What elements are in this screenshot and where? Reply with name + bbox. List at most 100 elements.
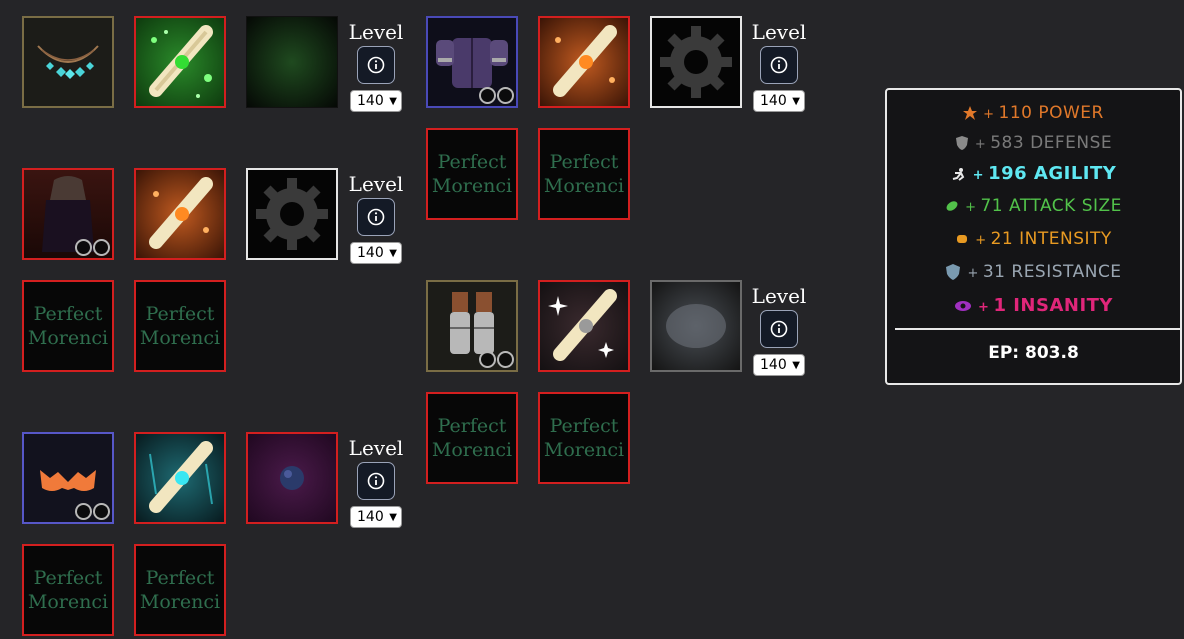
perfect-morenci-slot[interactable]: Perfect Morenci — [134, 544, 226, 636]
info-button[interactable] — [357, 46, 395, 84]
chevron-down-icon: ▼ — [792, 95, 800, 107]
perfect-morenci-slot[interactable]: Perfect Morenci — [538, 392, 630, 484]
perfect-label: Perfect — [549, 151, 619, 173]
stat-power: +110 POWER — [887, 103, 1180, 123]
scroll-icon — [149, 177, 213, 249]
level-select[interactable]: 140 ▼ — [753, 354, 805, 376]
chevron-down-icon: ▼ — [389, 95, 397, 107]
cloak-item-slot[interactable] — [22, 168, 114, 260]
info-icon — [770, 56, 788, 74]
stats-panel: +110 POWER +583 DEFENSE +196 AGILITY +71… — [885, 88, 1182, 385]
info-button[interactable] — [760, 46, 798, 84]
perfect-morenci-slot[interactable]: Perfect Morenci — [134, 280, 226, 372]
perfect-label: Perfect — [33, 567, 103, 589]
gem-slot[interactable] — [246, 16, 338, 108]
morenci-label: Morenci — [139, 591, 221, 613]
gem-slot[interactable] — [246, 432, 338, 524]
level-select-value: 140 — [357, 509, 384, 525]
level-label: Level — [348, 436, 404, 460]
scroll-item-slot[interactable] — [134, 16, 226, 108]
stat-insanity: +1 INSANITY — [887, 295, 1180, 316]
level-label: Level — [348, 172, 404, 196]
gem-slot[interactable] — [650, 280, 742, 372]
info-icon — [367, 56, 385, 74]
info-button[interactable] — [357, 198, 395, 236]
morenci-label: Morenci — [27, 327, 109, 349]
mask-item-slot[interactable] — [22, 432, 114, 524]
chevron-down-icon: ▼ — [389, 247, 397, 259]
perfect-morenci-slot[interactable]: Perfect Morenci — [426, 128, 518, 220]
perfect-label: Perfect — [549, 415, 619, 437]
stats-divider — [895, 328, 1180, 330]
ep-total: EP: 803.8 — [988, 343, 1079, 363]
level-select[interactable]: 140 ▼ — [350, 90, 402, 112]
intensity-icon — [957, 235, 968, 243]
power-icon — [963, 106, 978, 120]
perfect-label: Perfect — [437, 151, 507, 173]
level-select-value: 140 — [357, 93, 384, 109]
level-label: Level — [751, 284, 807, 308]
insanity-eye-icon — [955, 301, 972, 311]
armor-item-slot[interactable] — [426, 16, 518, 108]
socket-indicators — [479, 87, 514, 104]
necklace-icon — [37, 45, 99, 79]
morenci-label: Morenci — [431, 439, 513, 461]
socket-indicators — [479, 351, 514, 368]
necklace-item-slot[interactable] — [22, 16, 114, 108]
chevron-down-icon: ▼ — [389, 511, 397, 523]
perfect-label: Perfect — [33, 303, 103, 325]
perfect-morenci-slot[interactable]: Perfect Morenci — [538, 128, 630, 220]
morenci-label: Morenci — [27, 591, 109, 613]
scroll-icon — [149, 25, 213, 98]
info-icon — [770, 320, 788, 338]
stat-attack-size: +71 ATTACK SIZE — [887, 196, 1180, 216]
level-select[interactable]: 140 ▼ — [350, 506, 402, 528]
socket-indicators — [75, 239, 110, 256]
morenci-label: Morenci — [139, 327, 221, 349]
perfect-morenci-slot[interactable]: Perfect Morenci — [22, 280, 114, 372]
info-button[interactable] — [760, 310, 798, 348]
gear-icon — [256, 178, 328, 250]
stat-agility: +196 AGILITY — [887, 163, 1180, 184]
empty-gem-slot[interactable] — [650, 16, 742, 108]
info-button[interactable] — [357, 462, 395, 500]
stat-resistance: +31 RESISTANCE — [887, 262, 1180, 282]
perfect-morenci-slot[interactable]: Perfect Morenci — [426, 392, 518, 484]
defense-shield-icon — [955, 136, 968, 150]
level-select-value: 140 — [760, 357, 787, 373]
blurred-gem-icon — [666, 304, 726, 348]
scroll-icon — [149, 441, 213, 513]
level-select-value: 140 — [760, 93, 787, 109]
level-label: Level — [751, 20, 807, 44]
boots-item-slot[interactable] — [426, 280, 518, 372]
stat-intensity: +21 INTENSITY — [887, 229, 1180, 249]
perfect-label: Perfect — [437, 415, 507, 437]
stat-defense: +583 DEFENSE — [887, 133, 1180, 153]
level-select-value: 140 — [357, 245, 384, 261]
agility-icon — [952, 168, 964, 181]
scroll-item-slot[interactable] — [134, 168, 226, 260]
gear-icon — [660, 26, 732, 98]
orb-icon — [280, 466, 304, 490]
level-select[interactable]: 140 ▼ — [753, 90, 805, 112]
attack-size-icon — [946, 201, 958, 211]
morenci-label: Morenci — [543, 175, 625, 197]
scroll-icon — [553, 25, 617, 97]
scroll-item-slot[interactable] — [538, 280, 630, 372]
level-select[interactable]: 140 ▼ — [350, 242, 402, 264]
perfect-label: Perfect — [145, 303, 215, 325]
scroll-icon — [548, 289, 617, 361]
info-icon — [367, 208, 385, 226]
socket-indicators — [75, 503, 110, 520]
chevron-down-icon: ▼ — [792, 359, 800, 371]
level-label: Level — [348, 20, 404, 44]
perfect-label: Perfect — [145, 567, 215, 589]
morenci-label: Morenci — [431, 175, 513, 197]
empty-gem-slot[interactable] — [246, 168, 338, 260]
scroll-item-slot[interactable] — [134, 432, 226, 524]
perfect-morenci-slot[interactable]: Perfect Morenci — [22, 544, 114, 636]
resistance-icon — [946, 264, 961, 280]
morenci-label: Morenci — [543, 439, 625, 461]
scroll-item-slot[interactable] — [538, 16, 630, 108]
info-icon — [367, 472, 385, 490]
